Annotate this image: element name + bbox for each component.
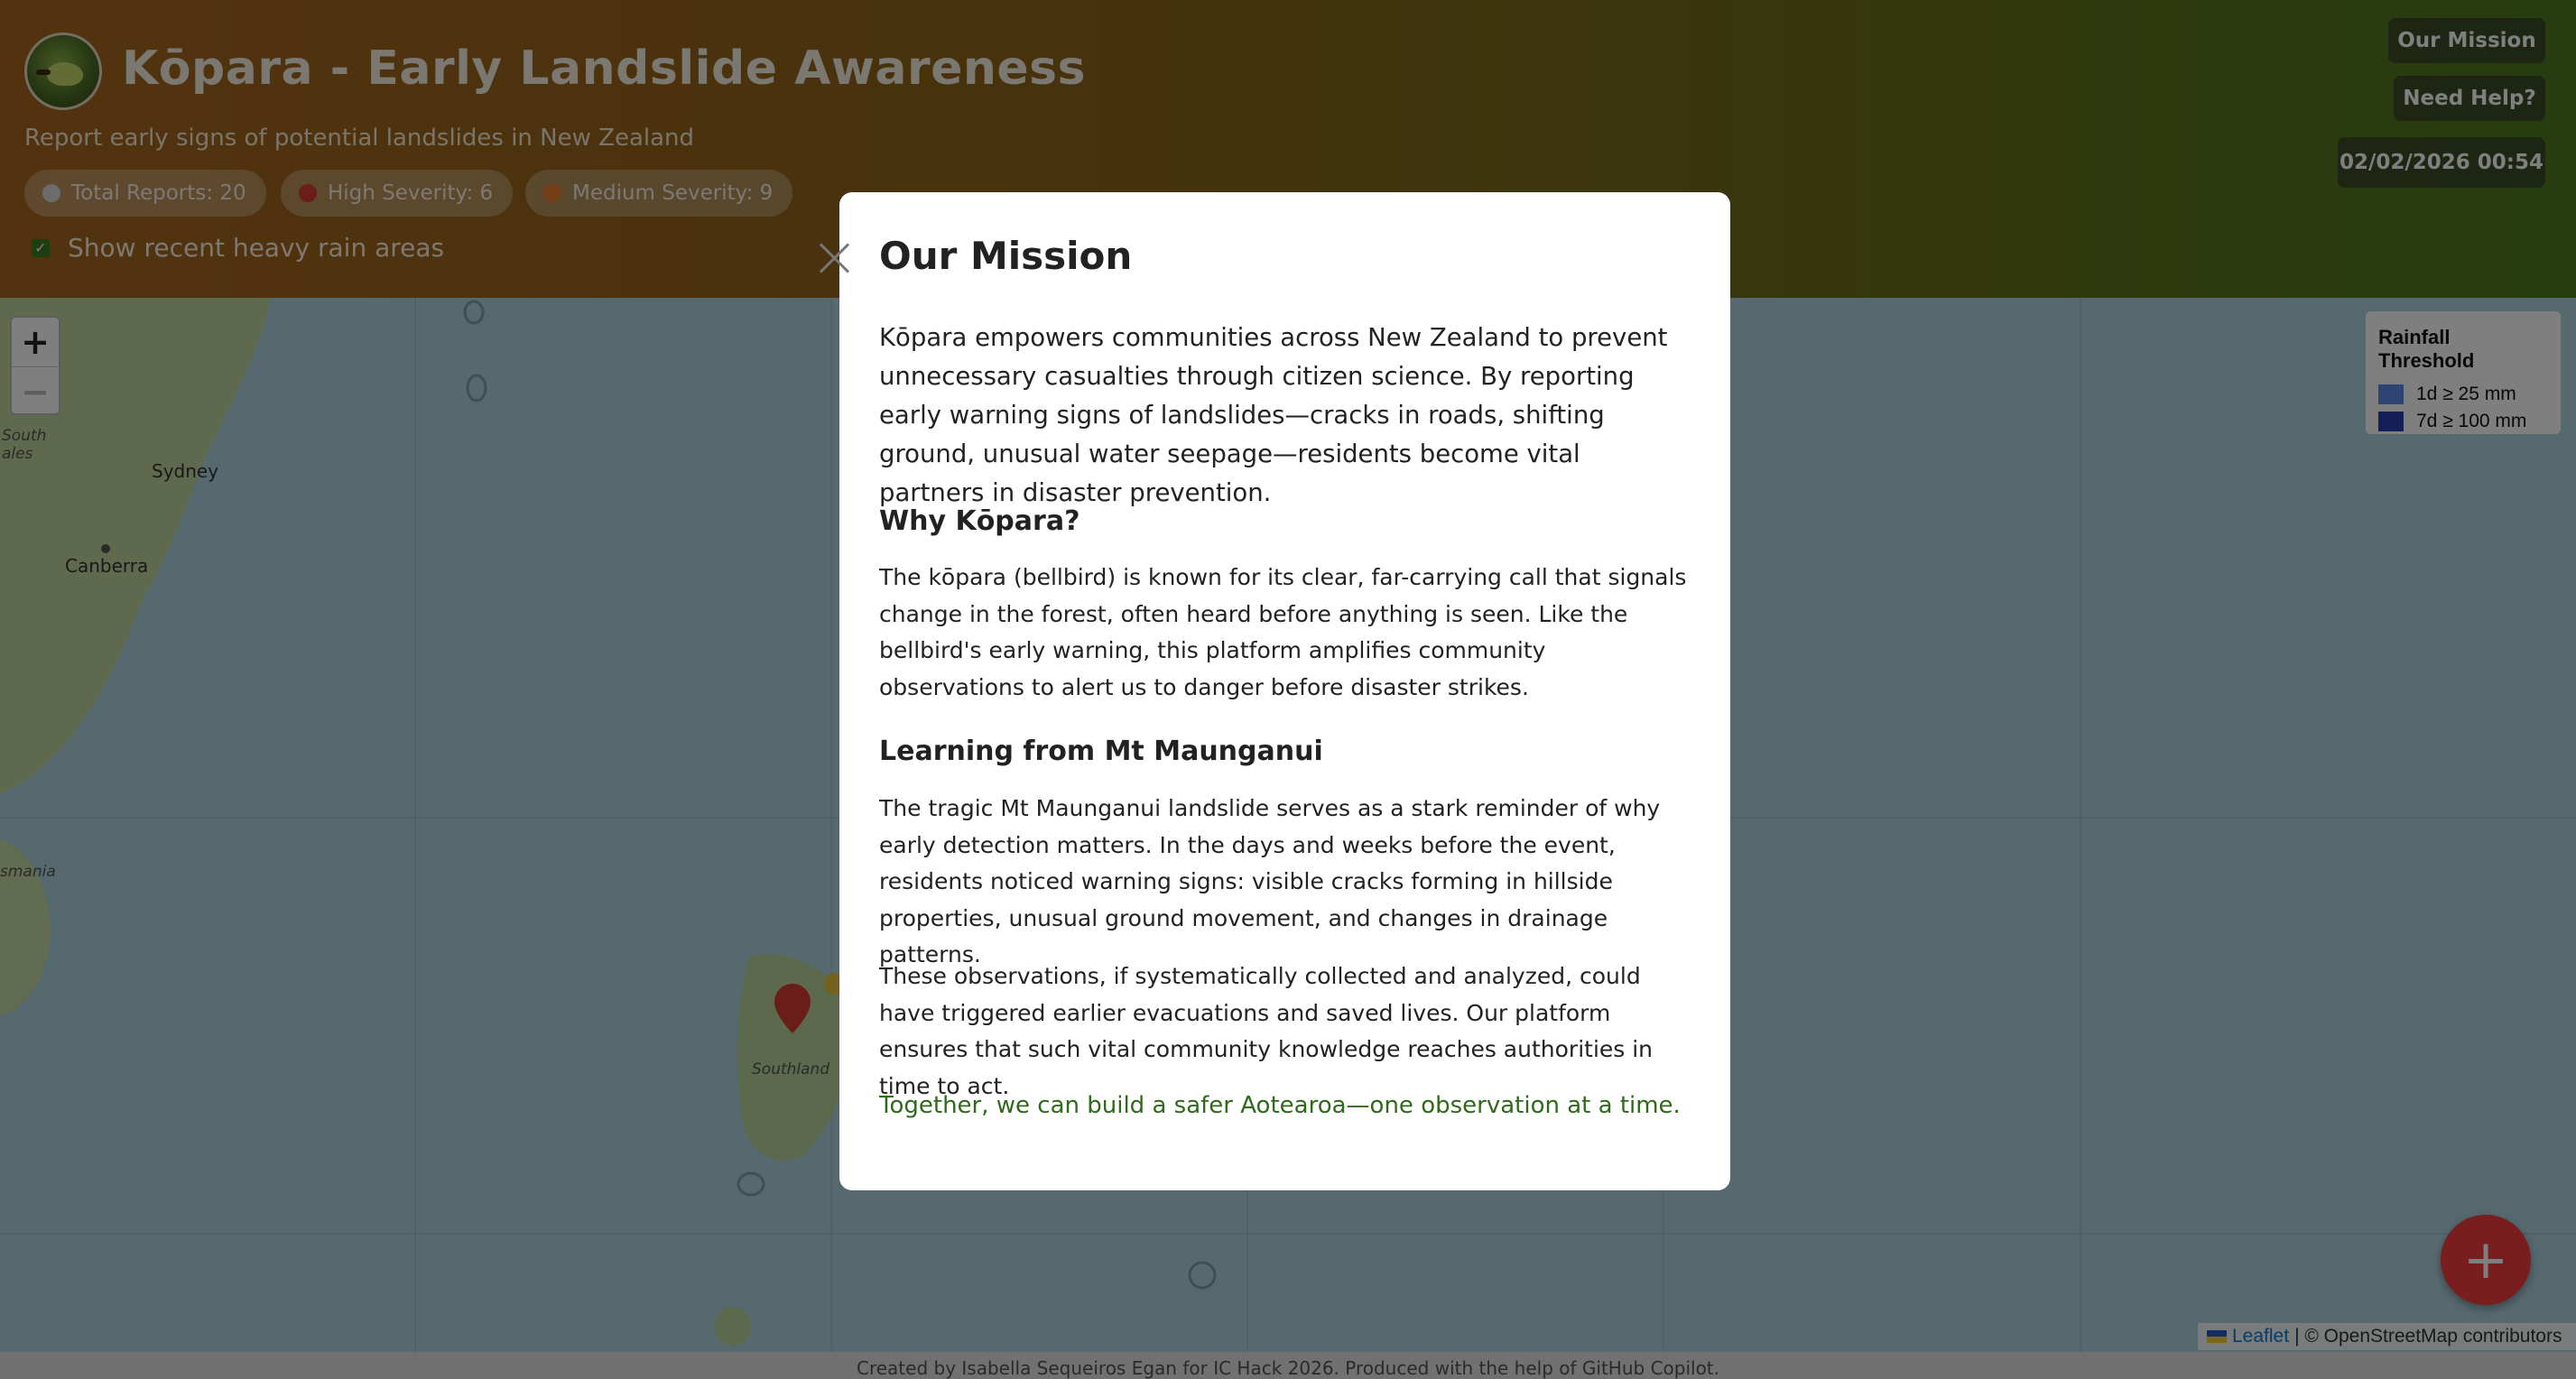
modal-tagline: Together, we can build a safer Aotearoa—…	[879, 1092, 1681, 1119]
close-icon[interactable]	[815, 238, 855, 278]
observations-text: These observations, if systematically co…	[879, 963, 1654, 1099]
mission-modal: Our Mission Kōpara empowers communities …	[839, 192, 1730, 1190]
learning-text: The tragic Mt Maunganui landslide serves…	[879, 795, 1661, 967]
modal-title: Our Mission	[879, 234, 1133, 278]
why-kopara-heading: Why Kōpara?	[879, 505, 1080, 537]
mission-lead-text: Kōpara empowers communities across New Z…	[879, 323, 1668, 507]
learning-heading: Learning from Mt Maunganui	[879, 736, 1323, 767]
why-kopara-text: The kōpara (bellbird) is known for its c…	[879, 564, 1687, 700]
